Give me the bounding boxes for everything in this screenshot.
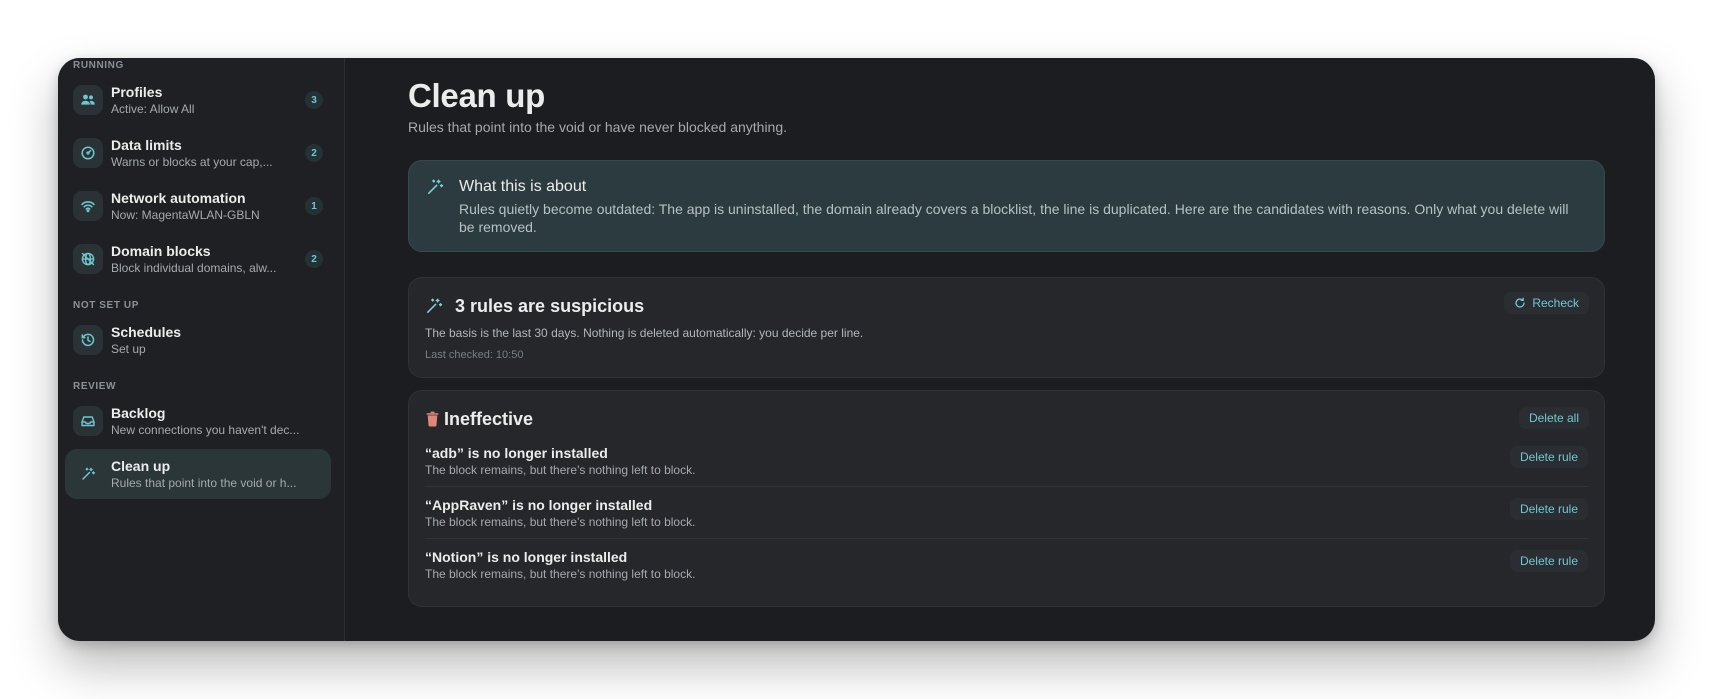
sidebar-item-network-automation[interactable]: Network automation Now: MagentaWLAN-GBLN… (65, 181, 331, 231)
sidebar-item-backlog[interactable]: Backlog New connections you haven't dec.… (65, 396, 331, 446)
delete-rule-button[interactable]: Delete rule (1509, 550, 1588, 572)
magic-wand-icon (427, 298, 443, 313)
section-label-running: RUNNING (73, 60, 124, 71)
section-label-not-set-up: NOT SET UP (73, 300, 140, 311)
sidebar-item-subtitle: Block individual domains, alw... (111, 260, 277, 275)
page-title: Clean up (408, 77, 545, 114)
sidebar-item-title: Schedules (111, 323, 182, 340)
gauge-icon (73, 138, 103, 168)
ineffective-rules-card: Ineffective Delete all “adb” is no longe… (408, 390, 1605, 607)
rule-list: “adb” is no longer installed The block r… (425, 435, 1588, 591)
info-card: What this is about Rules quietly become … (408, 160, 1605, 252)
rule-title: “AppRaven” is no longer installed (425, 497, 653, 513)
sidebar-item-subtitle: Set up (111, 341, 146, 356)
rule-row: “adb” is no longer installed The block r… (425, 435, 1588, 487)
sidebar-item-profiles[interactable]: Profiles Active: Allow All 3 (65, 75, 331, 125)
sidebar-item-title: Data limits (111, 136, 182, 153)
last-checked-label: Last checked: 10:50 (425, 349, 524, 361)
people-icon (73, 85, 103, 115)
magic-wand-icon (428, 179, 444, 194)
info-card-title: What this is about (459, 178, 587, 195)
rule-row: “Notion” is no longer installed The bloc… (425, 539, 1588, 591)
main-content: Clean up Rules that point into the void … (345, 58, 1655, 641)
rule-subtitle: The block remains, but there's nothing l… (425, 567, 696, 581)
count-badge: 1 (305, 197, 323, 215)
clock-icon (73, 325, 103, 355)
wifi-icon (73, 191, 103, 221)
rule-row: “AppRaven” is no longer installed The bl… (425, 487, 1588, 539)
sidebar-item-subtitle: Warns or blocks at your cap,... (111, 154, 273, 169)
section-label-review: REVIEW (73, 381, 117, 392)
sidebar-item-subtitle: Rules that point into the void or h... (111, 475, 297, 490)
sidebar-item-domain-blocks[interactable]: Domain blocks Block individual domains, … (65, 234, 331, 284)
sidebar-item-title: Domain blocks (111, 242, 211, 259)
delete-rule-button[interactable]: Delete rule (1509, 498, 1588, 520)
suspicious-rules-card: 3 rules are suspicious The basis is the … (408, 277, 1605, 378)
rule-subtitle: The block remains, but there's nothing l… (425, 463, 696, 477)
count-badge: 2 (305, 250, 323, 268)
sidebar: RUNNING Profiles Active: Allow All 3 Dat… (58, 58, 345, 641)
rule-title: “adb” is no longer installed (425, 445, 608, 461)
suspicious-description: The basis is the last 30 days. Nothing i… (425, 326, 864, 340)
sidebar-item-subtitle: Active: Allow All (111, 101, 195, 116)
sidebar-item-schedules[interactable]: Schedules Set up (65, 315, 331, 365)
globe-slash-icon (73, 244, 103, 274)
app-window: RUNNING Profiles Active: Allow All 3 Dat… (58, 58, 1655, 641)
tray-icon (73, 406, 103, 436)
recheck-button[interactable]: Recheck (1504, 292, 1589, 314)
magic-wand-icon (73, 459, 103, 489)
recheck-label: Recheck (1532, 296, 1579, 310)
rule-subtitle: The block remains, but there's nothing l… (425, 515, 696, 529)
sidebar-item-title: Backlog (111, 404, 166, 421)
delete-rule-button[interactable]: Delete rule (1509, 446, 1588, 468)
page-subtitle: Rules that point into the void or have n… (408, 119, 788, 135)
sidebar-item-title: Profiles (111, 83, 163, 100)
count-badge: 2 (305, 144, 323, 162)
sidebar-item-subtitle: Now: MagentaWLAN-GBLN (111, 207, 260, 222)
sidebar-item-data-limits[interactable]: Data limits Warns or blocks at your cap,… (65, 128, 331, 178)
count-badge: 3 (305, 91, 323, 109)
info-card-body: Rules quietly become outdated: The app i… (459, 201, 1569, 235)
sidebar-item-clean-up[interactable]: Clean up Rules that point into the void … (65, 449, 331, 499)
sidebar-item-title: Clean up (111, 457, 171, 474)
refresh-icon (1515, 297, 1525, 308)
sidebar-item-title: Network automation (111, 189, 246, 206)
trash-icon (426, 411, 439, 427)
suspicious-title: 3 rules are suspicious (455, 295, 645, 316)
delete-all-button[interactable]: Delete all (1518, 407, 1589, 429)
ineffective-title: Ineffective (444, 408, 534, 429)
rule-title: “Notion” is no longer installed (425, 549, 628, 565)
sidebar-item-subtitle: New connections you haven't dec... (111, 422, 300, 437)
